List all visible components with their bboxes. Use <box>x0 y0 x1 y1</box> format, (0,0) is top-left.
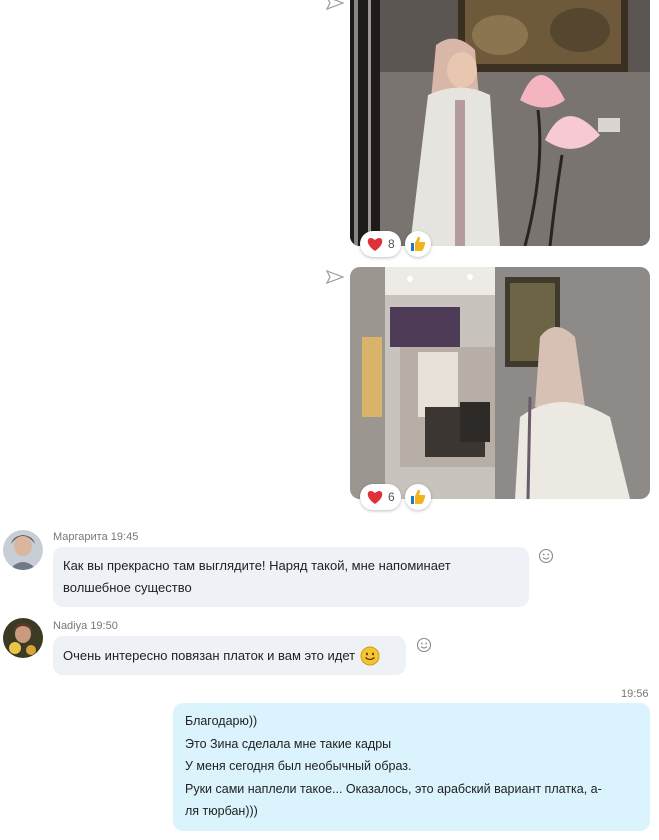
message-text-line: Как вы прекрасно там выглядите! Наряд та… <box>63 558 451 573</box>
thumbs-up-reaction[interactable] <box>404 231 431 257</box>
heart-reaction[interactable]: 6 <box>360 484 401 510</box>
message-header: Nadiya 19:50 <box>53 620 118 632</box>
message-header: Маргарита 19:45 <box>53 531 138 543</box>
add-reaction-smile-icon[interactable] <box>416 637 432 653</box>
add-reaction-smile-icon[interactable] <box>538 548 554 564</box>
photo1-reactions: 8 <box>360 231 431 257</box>
message-text-line: волшебное существо <box>63 580 192 595</box>
avatar-nadiya[interactable] <box>3 618 43 658</box>
heart-icon <box>367 491 383 504</box>
message-bubble[interactable]: Как вы прекрасно там выглядите! Наряд та… <box>53 547 529 607</box>
message-text-line: Это Зина сделала мне такие кадры <box>185 736 392 751</box>
message-text-line: ля тюрбан))) <box>185 804 258 818</box>
thumbs-up-icon <box>410 236 426 251</box>
message-time: 19:56 <box>621 688 649 700</box>
photo-attachment-1[interactable] <box>350 0 650 246</box>
heart-reaction[interactable]: 8 <box>360 231 401 257</box>
heart-reaction-count: 8 <box>388 237 395 251</box>
message-bubble[interactable]: Очень интересно повязан платок и вам это… <box>53 636 406 675</box>
sent-icon <box>326 270 344 284</box>
message-time: 19:45 <box>110 531 139 543</box>
message-text-line: Руки сами наплели такое... Оказалось, эт… <box>185 781 602 796</box>
message-text: Очень интересно повязан платок и вам это… <box>63 647 356 663</box>
author-name: Маргарита <box>53 531 108 543</box>
sent-icon <box>326 0 344 10</box>
avatar-margarita[interactable] <box>3 530 43 570</box>
message-time: 19:50 <box>90 620 118 632</box>
outgoing-message-bubble[interactable]: Благодарю)) Это Зина сделала мне такие к… <box>173 703 650 831</box>
author-name: Nadiya <box>53 620 88 632</box>
message-text-line: У меня сегодня был необычный образ. <box>185 759 412 773</box>
photo2-reactions: 6 <box>360 484 431 510</box>
heart-reaction-count: 6 <box>388 490 395 504</box>
thumbs-up-icon <box>410 489 426 504</box>
message-text-line: Благодарю)) <box>185 714 258 728</box>
thumbs-up-reaction[interactable] <box>404 484 431 510</box>
photo-attachment-2[interactable] <box>350 267 650 499</box>
smiling-face-emoji <box>360 646 380 665</box>
heart-icon <box>367 238 383 251</box>
